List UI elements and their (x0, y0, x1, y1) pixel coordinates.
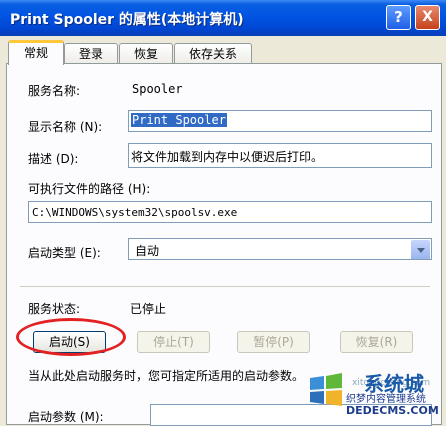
watermark-url: DEDECMS.COM (346, 404, 439, 417)
windows-flag-icon (310, 373, 342, 406)
tab-logon[interactable]: 登录 (64, 43, 118, 65)
close-button[interactable]: X (415, 5, 440, 30)
watermark-site: 织梦内容管理系统 (346, 394, 426, 405)
startup-params-label: 启动参数 (M): (28, 410, 104, 424)
watermark: xitongcheng.com 系统城 织梦内容管理系统 DEDECMS.COM (302, 368, 446, 420)
tab-recovery-label: 恢复 (133, 47, 158, 61)
description-field[interactable]: 将文件加载到内存中以便迟后打印。 (128, 143, 432, 168)
description-text: 将文件加载到内存中以便迟后打印。 (131, 150, 324, 164)
resume-button[interactable]: 恢复(R) (340, 331, 413, 353)
service-status-value: 已停止 (130, 302, 167, 316)
display-name-label: 显示名称 (N): (28, 120, 103, 134)
pause-button-label: 暂停(P) (253, 335, 294, 349)
start-button-highlight-ring (16, 318, 126, 356)
stop-button-label: 停止(T) (153, 335, 194, 349)
exe-path-label: 可执行文件的路径 (H): (28, 182, 151, 196)
tab-general[interactable]: 常规 (8, 40, 64, 65)
exe-path-field[interactable]: C:\WINDOWS\system32\spoolsv.exe (28, 201, 432, 223)
tab-recovery[interactable]: 恢复 (119, 43, 173, 65)
help-icon: ? (394, 8, 403, 26)
service-status-label: 服务状态: (28, 302, 81, 316)
help-button[interactable]: ? (386, 5, 411, 30)
section-divider (20, 286, 430, 287)
description-label: 描述 (D): (28, 152, 79, 166)
window-title: Print Spooler 的属性(本地计算机) (10, 12, 244, 28)
tab-dependencies[interactable]: 依存关系 (174, 43, 252, 65)
service-name-value: Spooler (132, 82, 183, 96)
startup-params-hint: 当从此处启动服务时，您可指定所适用的启动参数。 (28, 369, 305, 383)
startup-type-label: 启动类型 (E): (28, 246, 101, 260)
resume-button-label: 恢复(R) (355, 335, 398, 349)
tab-dependencies-label: 依存关系 (188, 47, 237, 61)
chevron-down-icon[interactable] (411, 240, 430, 259)
close-icon: X (422, 9, 433, 25)
display-name-selected-text: Print Spooler (131, 113, 227, 127)
title-bar[interactable]: Print Spooler 的属性(本地计算机) ? X (0, 0, 446, 36)
service-name-label: 服务名称: (28, 84, 81, 98)
pause-button[interactable]: 暂停(P) (237, 331, 310, 353)
tab-logon-label: 登录 (78, 47, 103, 61)
startup-type-select[interactable]: 自动 (128, 238, 432, 260)
display-name-input[interactable]: Print Spooler (128, 110, 432, 132)
exe-path-text: C:\WINDOWS\system32\spoolsv.exe (32, 206, 238, 219)
tab-general-label: 常规 (23, 46, 48, 60)
startup-type-value: 自动 (135, 244, 160, 258)
stop-button[interactable]: 停止(T) (137, 331, 210, 353)
